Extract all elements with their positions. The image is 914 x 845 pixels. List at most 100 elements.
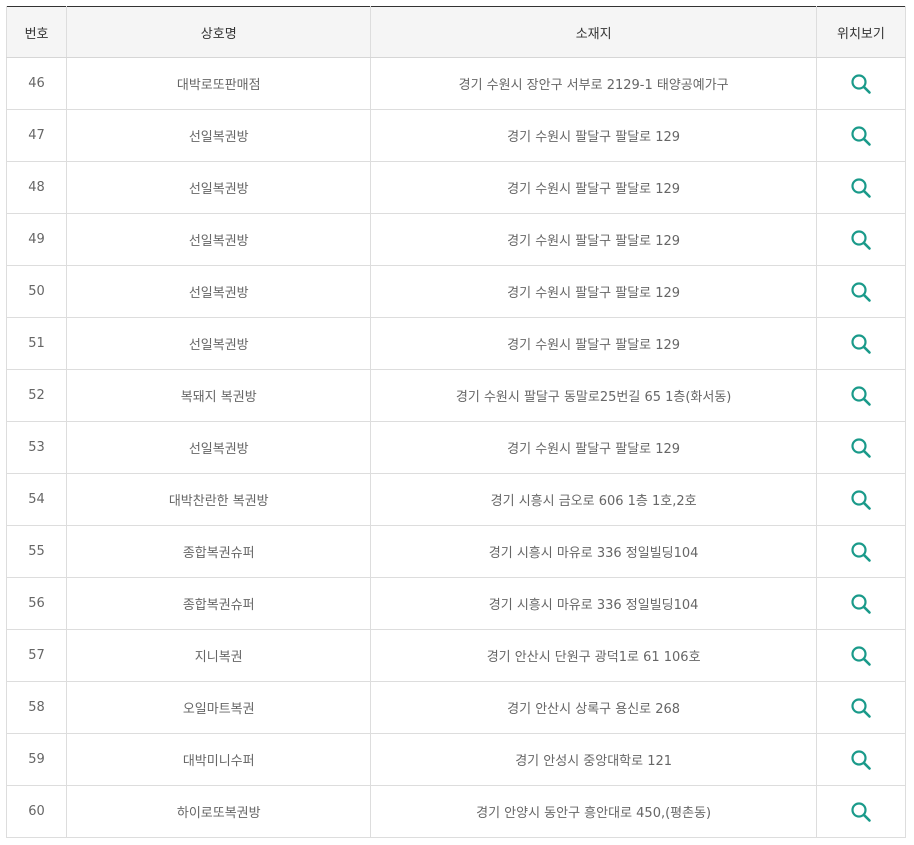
table-body: 46 대박로또판매점 경기 수원시 장안구 서부로 2129-1 태양공예가구 47 선… [5, 57, 907, 838]
search-icon [851, 593, 871, 614]
row-name: 선일복권방 [66, 317, 371, 370]
row-address: 경기 수원시 팔달구 팔달로 129 [370, 317, 817, 370]
row-name: 선일복권방 [66, 161, 371, 214]
search-icon [851, 73, 871, 94]
row-address: 경기 시흥시 마유로 336 정일빌딩104 [370, 525, 817, 578]
table-row: 58 오일마트복권 경기 안산시 상록구 용신로 268 [5, 681, 907, 734]
row-no: 53 [5, 421, 67, 474]
row-address: 경기 안양시 동안구 흥안대로 450,(평촌동) [370, 785, 817, 838]
row-name: 종합복권슈퍼 [66, 577, 371, 630]
table-row: 50 선일복권방 경기 수원시 팔달구 팔달로 129 [5, 265, 907, 318]
search-icon [851, 645, 871, 666]
row-location [815, 785, 907, 838]
row-location [815, 57, 907, 110]
row-location [815, 525, 907, 578]
row-name: 대박로또판매점 [66, 57, 371, 110]
header-no: 번호 [5, 6, 67, 58]
row-name: 하이로또복권방 [66, 785, 371, 838]
view-location-button[interactable] [850, 645, 872, 667]
row-no: 60 [5, 785, 67, 838]
row-location [815, 577, 907, 630]
row-location [815, 733, 907, 786]
row-location [815, 421, 907, 474]
row-address: 경기 수원시 팔달구 팔달로 129 [370, 213, 817, 266]
row-address: 경기 안산시 상록구 용신로 268 [370, 681, 817, 734]
header-name: 상호명 [66, 6, 371, 58]
table-header: 번호 상호명 소재지 위치보기 [5, 6, 907, 58]
row-no: 51 [5, 317, 67, 370]
row-name: 선일복권방 [66, 109, 371, 162]
row-no: 52 [5, 369, 67, 422]
row-no: 57 [5, 629, 67, 682]
search-icon [851, 697, 871, 718]
store-list: 번호 상호명 소재지 위치보기 46 대박로또판매점 경기 수원시 장안구 서부로 … [5, 6, 907, 838]
row-location [815, 161, 907, 214]
row-address: 경기 수원시 팔달구 동말로25번길 65 1층(화서동) [370, 369, 817, 422]
row-name: 선일복권방 [66, 421, 371, 474]
table-row: 46 대박로또판매점 경기 수원시 장안구 서부로 2129-1 태양공예가구 [5, 57, 907, 110]
table-row: 55 종합복권슈퍼 경기 시흥시 마유로 336 정일빌딩104 [5, 525, 907, 578]
row-name: 오일마트복권 [66, 681, 371, 734]
view-location-button[interactable] [850, 73, 872, 95]
row-address: 경기 수원시 장안구 서부로 2129-1 태양공예가구 [370, 57, 817, 110]
row-name: 종합복권슈퍼 [66, 525, 371, 578]
row-name: 대박찬란한 복권방 [66, 473, 371, 526]
table-row: 48 선일복권방 경기 수원시 팔달구 팔달로 129 [5, 161, 907, 214]
view-location-button[interactable] [850, 333, 872, 355]
view-location-button[interactable] [850, 593, 872, 615]
row-location [815, 629, 907, 682]
row-address: 경기 수원시 팔달구 팔달로 129 [370, 265, 817, 318]
view-location-button[interactable] [850, 177, 872, 199]
table-row: 57 지니복권 경기 안산시 단원구 광덕1로 61 106호 [5, 629, 907, 682]
row-no: 54 [5, 473, 67, 526]
view-location-button[interactable] [850, 385, 872, 407]
row-no: 58 [5, 681, 67, 734]
header-row: 번호 상호명 소재지 위치보기 [5, 6, 907, 58]
row-name: 복돼지 복권방 [66, 369, 371, 422]
row-no: 50 [5, 265, 67, 318]
row-no: 47 [5, 109, 67, 162]
view-location-button[interactable] [850, 437, 872, 459]
view-location-button[interactable] [850, 697, 872, 719]
row-no: 59 [5, 733, 67, 786]
row-no: 49 [5, 213, 67, 266]
search-icon [851, 333, 871, 354]
search-icon [851, 229, 871, 250]
row-location [815, 681, 907, 734]
row-address: 경기 시흥시 마유로 336 정일빌딩104 [370, 577, 817, 630]
row-no: 56 [5, 577, 67, 630]
search-icon [851, 801, 871, 822]
table-row: 56 종합복권슈퍼 경기 시흥시 마유로 336 정일빌딩104 [5, 577, 907, 630]
view-location-button[interactable] [850, 125, 872, 147]
table-row: 59 대박미니수퍼 경기 안성시 중앙대학로 121 [5, 733, 907, 786]
row-address: 경기 안성시 중앙대학로 121 [370, 733, 817, 786]
view-location-button[interactable] [850, 489, 872, 511]
row-location [815, 265, 907, 318]
search-icon [851, 125, 871, 146]
row-name: 대박미니수퍼 [66, 733, 371, 786]
view-location-button[interactable] [850, 801, 872, 823]
view-location-button[interactable] [850, 541, 872, 563]
header-address: 소재지 [370, 6, 817, 58]
table-row: 49 선일복권방 경기 수원시 팔달구 팔달로 129 [5, 213, 907, 266]
row-name: 선일복권방 [66, 265, 371, 318]
table-row: 47 선일복권방 경기 수원시 팔달구 팔달로 129 [5, 109, 907, 162]
table-row: 60 하이로또복권방 경기 안양시 동안구 흥안대로 450,(평촌동) [5, 785, 907, 838]
row-location [815, 213, 907, 266]
table-row: 52 복돼지 복권방 경기 수원시 팔달구 동말로25번길 65 1층(화서동) [5, 369, 907, 422]
row-address: 경기 수원시 팔달구 팔달로 129 [370, 109, 817, 162]
table-row: 54 대박찬란한 복권방 경기 시흥시 금오로 606 1층 1호,2호 [5, 473, 907, 526]
table-row: 53 선일복권방 경기 수원시 팔달구 팔달로 129 [5, 421, 907, 474]
search-icon [851, 281, 871, 302]
view-location-button[interactable] [850, 281, 872, 303]
row-location [815, 317, 907, 370]
search-icon [851, 489, 871, 510]
row-no: 48 [5, 161, 67, 214]
search-icon [851, 385, 871, 406]
view-location-button[interactable] [850, 229, 872, 251]
view-location-button[interactable] [850, 749, 872, 771]
search-icon [851, 749, 871, 770]
row-address: 경기 시흥시 금오로 606 1층 1호,2호 [370, 473, 817, 526]
row-address: 경기 안산시 단원구 광덕1로 61 106호 [370, 629, 817, 682]
row-no: 55 [5, 525, 67, 578]
